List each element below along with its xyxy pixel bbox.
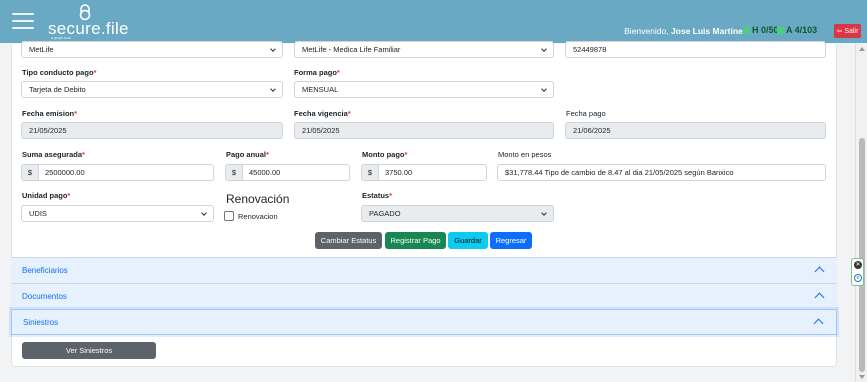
fecha-emision-input[interactable]: 21/05/2025 <box>21 122 283 139</box>
counter-a: A 4/103 <box>777 25 817 35</box>
renovacion-checkbox-label[interactable]: Renovacion <box>238 212 278 221</box>
guardar-button[interactable]: Guardar <box>448 232 488 249</box>
extension-icon[interactable]: e <box>854 274 862 282</box>
app-logo[interactable]: secure.file a grupo aura <box>48 4 128 40</box>
accordion-documentos[interactable]: Documentos <box>11 283 837 309</box>
fecha-vigencia-label: Fecha vigencia* <box>294 109 351 118</box>
fecha-emision-label: Fecha emision* <box>22 109 78 118</box>
tipo-conducto-label: Tipo conducto pago* <box>22 68 97 77</box>
scroll-up-icon[interactable] <box>859 47 865 51</box>
menu-toggle-icon[interactable] <box>12 13 34 30</box>
monto-pago-label: Monto pago* <box>362 150 408 159</box>
fecha-vigencia-input[interactable]: 21/05/2025 <box>294 122 554 139</box>
chevron-up-icon <box>813 318 824 329</box>
square-icon <box>777 27 784 34</box>
accordion-title: Siniestros <box>23 318 59 327</box>
suma-asegurada-label: Suma asegurada* <box>22 150 85 159</box>
welcome-text: Bienvenido, Jose Luis Martinez <box>624 26 747 36</box>
accordion-beneficiarios[interactable]: Beneficiarios <box>11 257 837 283</box>
logo-subtitle: a grupo aura <box>51 36 71 40</box>
logout-icon: ⇦ <box>836 28 843 35</box>
side-widget[interactable]: ✕ e <box>851 258 864 286</box>
suma-asegurada-input[interactable]: $2500000.00 <box>21 164 214 181</box>
fecha-pago-label: Fecha pago <box>566 109 606 118</box>
renovacion-checkbox[interactable] <box>224 211 234 221</box>
monto-pesos-input[interactable]: $31,778.44 Tipo de cambio de 8.47 al dia… <box>497 164 826 181</box>
estatus-select[interactable]: PAGADO <box>361 205 554 222</box>
regresar-button[interactable]: Regresar <box>490 232 532 249</box>
scrollbar-thumb[interactable] <box>859 138 865 372</box>
pago-anual-label: Pago anual* <box>226 150 269 159</box>
forma-pago-label: Forma pago* <box>294 68 340 77</box>
renovacion-title: Renovación <box>226 192 290 206</box>
monto-pesos-label: Monto en pesos <box>498 150 552 159</box>
vertical-scrollbar[interactable] <box>855 43 867 382</box>
forma-pago-select[interactable]: MENSUAL <box>294 81 554 98</box>
unidad-pago-select[interactable]: UDIS <box>21 205 214 222</box>
logout-button[interactable]: ⇦ Salir <box>834 24 861 38</box>
registrar-pago-button[interactable]: Registrar Pago <box>385 232 446 249</box>
square-icon <box>743 27 750 34</box>
chevron-up-icon <box>814 266 825 277</box>
chevron-up-icon <box>814 292 825 303</box>
user-name: Jose Luis Martinez <box>670 26 747 36</box>
ver-siniestros-button[interactable]: Ver Siniestros <box>22 342 156 359</box>
poliza-input[interactable]: 52449878 <box>565 41 826 58</box>
producto-select[interactable]: MetLife - Medica Life Familiar <box>294 41 554 58</box>
cambiar-estatus-button[interactable]: Cambiar Estatus <box>315 232 382 249</box>
accordion-title: Beneficiarios <box>22 266 68 275</box>
currency-prefix: $ <box>22 165 39 180</box>
counter-h: H 0/50 <box>743 25 779 35</box>
top-navbar: secure.file a grupo aura Bienvenido, Jos… <box>0 0 867 43</box>
currency-prefix: $ <box>362 165 379 180</box>
fecha-pago-input[interactable]: 21/06/2025 <box>565 122 826 139</box>
scroll-down-icon[interactable] <box>859 375 865 379</box>
aseguradora-select[interactable]: MetLife <box>21 41 283 58</box>
accordion-title: Documentos <box>22 292 67 301</box>
estatus-label: Estatus* <box>362 191 393 200</box>
tipo-conducto-select[interactable]: Tarjeta de Debito <box>21 81 283 98</box>
monto-pago-input[interactable]: $3750.00 <box>361 164 487 181</box>
pago-anual-input[interactable]: $45000.00 <box>225 164 350 181</box>
accordion-siniestros[interactable]: Siniestros <box>11 309 837 335</box>
unidad-pago-label: Unidad pago* <box>22 191 71 200</box>
currency-prefix: $ <box>226 165 243 180</box>
close-icon[interactable]: ✕ <box>854 261 862 269</box>
